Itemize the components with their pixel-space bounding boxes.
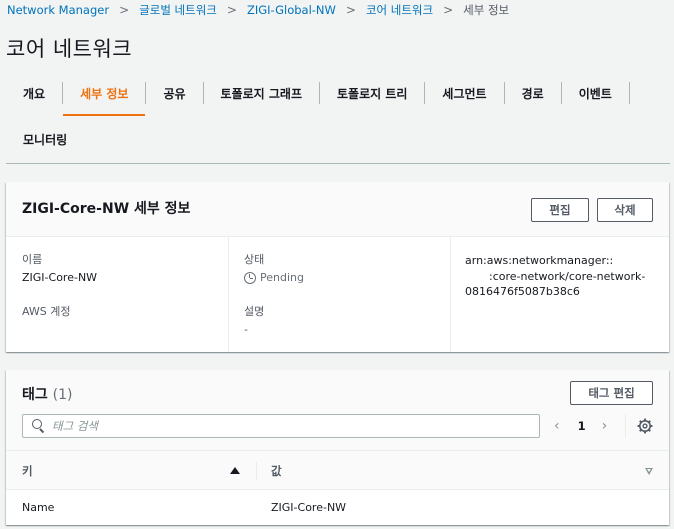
tag-search-input[interactable]: 태그 검색 xyxy=(22,414,540,438)
tags-panel: 태그 (1) 태그 편집 태그 검색 ‹ 1 › 키 값 Name ZIGI-C… xyxy=(6,370,669,525)
page-title: 코어 네트워크 xyxy=(6,37,133,61)
delete-button[interactable]: 삭제 xyxy=(597,198,653,222)
chevron-right-icon: > xyxy=(226,3,237,17)
tags-table-header: 키 값 xyxy=(6,450,669,490)
tab-sharing[interactable]: 공유 xyxy=(146,70,202,116)
tab-label: 경로 xyxy=(521,86,544,101)
details-column-3: arn:aws:networkmanager:: :core-network/c… xyxy=(450,237,669,352)
tab-events[interactable]: 이벤트 xyxy=(562,70,629,116)
search-icon xyxy=(32,419,46,434)
tab-topology-tree[interactable]: 토폴로지 트리 xyxy=(320,70,424,116)
details-column-1: 이름 ZIGI-Core-NW AWS 계정 xyxy=(6,237,228,352)
breadcrumb: Network Manager > 글로벌 네트워크 > ZIGI-Global… xyxy=(7,2,509,18)
tab-segments[interactable]: 세그먼트 xyxy=(425,70,503,116)
tags-title-text: 태그 xyxy=(22,387,48,403)
details-column-2: 상태 Pending 설명 - xyxy=(228,237,450,352)
sort-asc-icon[interactable] xyxy=(230,467,240,474)
edit-tags-button[interactable]: 태그 편집 xyxy=(570,381,653,405)
status-text: Pending xyxy=(260,271,304,284)
breadcrumb-network-manager[interactable]: Network Manager xyxy=(7,3,109,17)
arn-line-2: :core-network/core-network- xyxy=(489,269,646,283)
tag-value-cell: ZIGI-Core-NW xyxy=(271,501,347,514)
sort-desc-icon[interactable] xyxy=(645,468,653,475)
breadcrumb-global-networks[interactable]: 글로벌 네트워크 xyxy=(139,2,217,18)
tab-label: 모니터링 xyxy=(23,132,68,147)
tab-routes[interactable]: 경로 xyxy=(505,70,561,116)
chevron-right-icon[interactable]: › xyxy=(602,418,608,434)
chevron-left-icon[interactable]: ‹ xyxy=(554,418,560,434)
page-number[interactable]: 1 xyxy=(578,419,586,433)
details-title: ZIGI-Core-NW 세부 정보 xyxy=(22,201,191,217)
chevron-right-icon: > xyxy=(443,3,454,17)
tab-label: 토폴로지 그래프 xyxy=(220,86,302,101)
details-panel-header: ZIGI-Core-NW 세부 정보 편집 삭제 xyxy=(6,182,669,237)
tab-divider xyxy=(628,82,630,104)
tab-label: 공유 xyxy=(163,86,186,101)
tags-panel-header: 태그 (1) 태그 편집 태그 검색 ‹ 1 › xyxy=(6,370,669,450)
tab-label: 이벤트 xyxy=(578,86,612,101)
tabs-divider-line xyxy=(6,163,670,164)
tab-overview[interactable]: 개요 xyxy=(6,70,62,116)
status-value: Pending xyxy=(244,271,304,284)
tab-label: 세그먼트 xyxy=(442,86,487,101)
details-panel: ZIGI-Core-NW 세부 정보 편집 삭제 이름 ZIGI-Core-NW… xyxy=(6,182,669,352)
tab-monitoring[interactable]: 모니터링 xyxy=(6,116,84,162)
tab-label: 토폴로지 트리 xyxy=(337,86,408,101)
arn-value: arn:aws:networkmanager:: :core-network/c… xyxy=(465,253,645,300)
tab-label: 세부 정보 xyxy=(80,86,129,101)
name-value: ZIGI-Core-NW xyxy=(22,271,98,284)
name-label: 이름 xyxy=(22,253,43,266)
gear-icon[interactable] xyxy=(637,418,653,434)
table-row: Name ZIGI-Core-NW xyxy=(6,491,669,525)
details-body: 이름 ZIGI-Core-NW AWS 계정 상태 Pending 설명 - a… xyxy=(6,237,669,352)
breadcrumb-core-network[interactable]: 코어 네트워크 xyxy=(366,2,433,18)
column-divider xyxy=(256,462,257,480)
status-label: 상태 xyxy=(244,253,265,266)
arn-line-1: arn:aws:networkmanager:: xyxy=(465,254,614,267)
description-value: - xyxy=(244,323,248,336)
aws-account-label: AWS 계정 xyxy=(22,305,71,318)
pending-icon xyxy=(244,271,256,284)
tab-label: 개요 xyxy=(23,86,46,101)
tag-key-cell: Name xyxy=(22,501,55,514)
chevron-right-icon: > xyxy=(345,3,356,17)
column-key[interactable]: 키 xyxy=(22,463,33,479)
column-value[interactable]: 값 xyxy=(271,463,282,479)
tab-row-1: 개요 세부 정보 공유 토폴로지 그래프 토폴로지 트리 세그먼트 경로 이벤트 xyxy=(6,70,674,116)
edit-button[interactable]: 편집 xyxy=(531,198,589,222)
tab-topology-graph[interactable]: 토폴로지 그래프 xyxy=(204,70,319,116)
breadcrumb-current: 세부 정보 xyxy=(463,3,510,17)
breadcrumb-global-network[interactable]: ZIGI-Global-NW xyxy=(247,3,336,17)
pagination: ‹ 1 › xyxy=(554,414,607,438)
tab-details[interactable]: 세부 정보 xyxy=(63,70,146,116)
tags-count: (1) xyxy=(52,387,73,403)
tags-title: 태그 (1) xyxy=(22,384,72,404)
chevron-right-icon: > xyxy=(119,3,130,17)
arn-line-3: 0816476f5087b38c6 xyxy=(465,285,580,298)
search-placeholder: 태그 검색 xyxy=(52,419,98,433)
tab-bar: 개요 세부 정보 공유 토폴로지 그래프 토폴로지 트리 세그먼트 경로 이벤트… xyxy=(6,70,674,162)
description-label: 설명 xyxy=(244,305,265,318)
tab-row-2: 모니터링 xyxy=(6,116,674,162)
pager-divider xyxy=(625,414,626,438)
